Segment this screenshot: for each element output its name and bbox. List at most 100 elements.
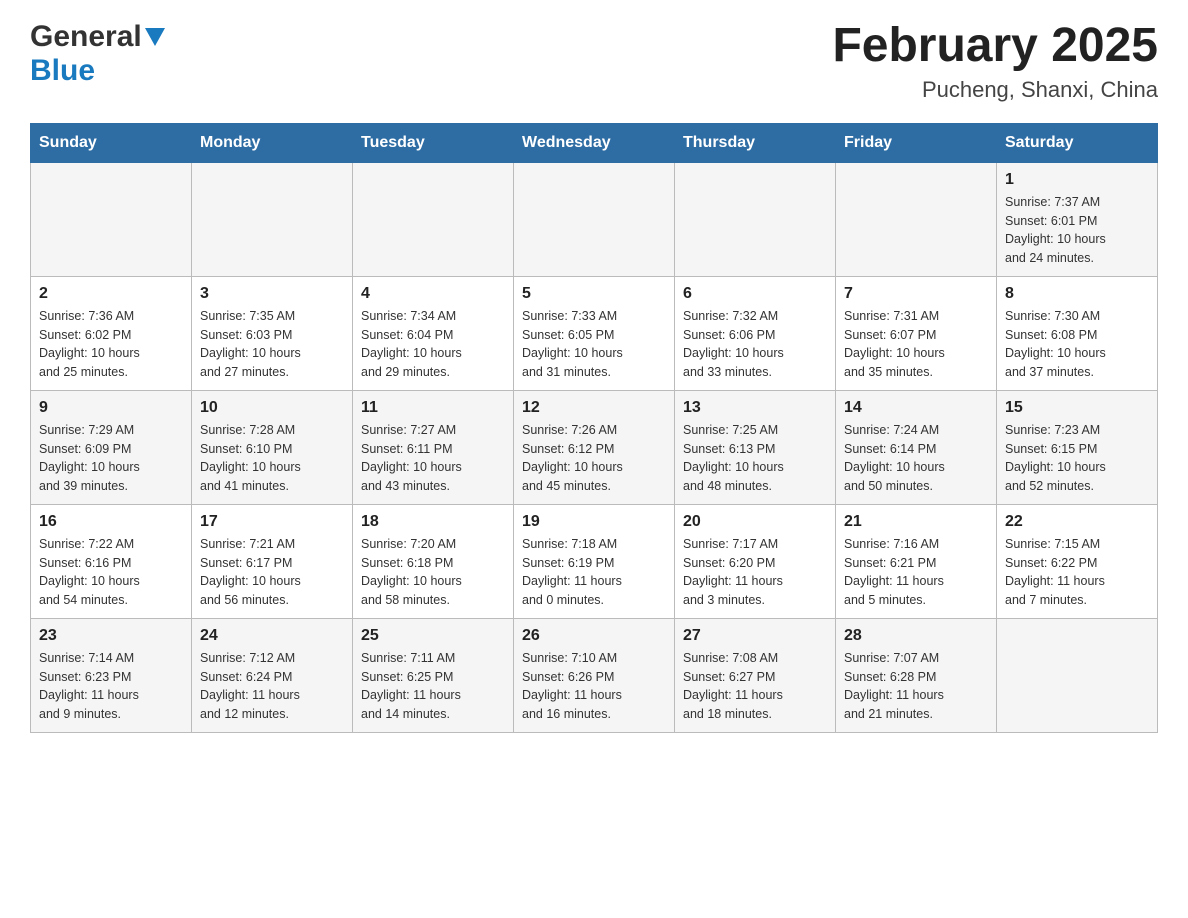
day-number: 16 bbox=[39, 513, 183, 531]
logo-blue-text: Blue bbox=[30, 54, 95, 87]
calendar-cell: 17Sunrise: 7:21 AM Sunset: 6:17 PM Dayli… bbox=[192, 504, 353, 618]
day-number: 3 bbox=[200, 285, 344, 303]
calendar-cell: 20Sunrise: 7:17 AM Sunset: 6:20 PM Dayli… bbox=[675, 504, 836, 618]
logo: General Blue bbox=[30, 20, 165, 88]
calendar-week-row: 23 Sunrise: 7:14 AM Sunset: 6:23 PM Dayli… bbox=[31, 618, 1158, 732]
day-number: 24 bbox=[200, 627, 344, 645]
day-info: Sunrise: 7:22 AM Sunset: 6:16 PM Dayligh… bbox=[39, 535, 183, 610]
day-number: 25 bbox=[361, 627, 505, 645]
day-number: 14 bbox=[844, 399, 988, 417]
calendar-table: SundayMondayTuesdayWednesdayThursdayFrid… bbox=[30, 123, 1158, 733]
calendar-cell: 14Sunrise: 7:24 AM Sunset: 6:14 PM Dayli… bbox=[836, 390, 997, 504]
calendar-cell: 23 Sunrise: 7:14 AM Sunset: 6:23 PM Dayli… bbox=[31, 618, 192, 732]
calendar-cell bbox=[31, 162, 192, 276]
calendar-cell: 3 Sunrise: 7:35 AM Sunset: 6:03 PM Daylig… bbox=[192, 276, 353, 390]
day-info: Sunrise: 7:33 AM Sunset: 6:05 PM Dayligh… bbox=[522, 307, 666, 382]
day-number: 7 bbox=[844, 285, 988, 303]
day-number: 10 bbox=[200, 399, 344, 417]
day-info: Sunrise: 7:26 AM Sunset: 6:12 PM Dayligh… bbox=[522, 421, 666, 496]
day-info: Sunrise: 7:37 AM Sunset: 6:01 PM Dayligh… bbox=[1005, 193, 1149, 268]
calendar-cell: 12Sunrise: 7:26 AM Sunset: 6:12 PM Dayli… bbox=[514, 390, 675, 504]
calendar-cell: 7 Sunrise: 7:31 AM Sunset: 6:07 PM Daylig… bbox=[836, 276, 997, 390]
col-header-tuesday: Tuesday bbox=[353, 123, 514, 162]
logo-triangle-icon bbox=[145, 28, 165, 51]
calendar-week-row: 16 Sunrise: 7:22 AM Sunset: 6:16 PM Dayli… bbox=[31, 504, 1158, 618]
day-info: Sunrise: 7:16 AM Sunset: 6:21 PM Dayligh… bbox=[844, 535, 988, 610]
calendar-cell: 28 Sunrise: 7:07 AM Sunset: 6:28 PM Dayli… bbox=[836, 618, 997, 732]
calendar-cell: 21 Sunrise: 7:16 AM Sunset: 6:21 PM Dayli… bbox=[836, 504, 997, 618]
month-title: February 2025 bbox=[832, 20, 1158, 73]
day-info: Sunrise: 7:34 AM Sunset: 6:04 PM Dayligh… bbox=[361, 307, 505, 382]
day-number: 18 bbox=[361, 513, 505, 531]
day-info: Sunrise: 7:20 AM Sunset: 6:18 PM Dayligh… bbox=[361, 535, 505, 610]
calendar-cell: 15 Sunrise: 7:23 AM Sunset: 6:15 PM Dayli… bbox=[997, 390, 1158, 504]
calendar-cell: 25 Sunrise: 7:11 AM Sunset: 6:25 PM Dayli… bbox=[353, 618, 514, 732]
day-number: 1 bbox=[1005, 171, 1149, 189]
calendar-cell: 22 Sunrise: 7:15 AM Sunset: 6:22 PM Dayli… bbox=[997, 504, 1158, 618]
calendar-cell: 5Sunrise: 7:33 AM Sunset: 6:05 PM Daylig… bbox=[514, 276, 675, 390]
calendar-cell bbox=[514, 162, 675, 276]
col-header-monday: Monday bbox=[192, 123, 353, 162]
calendar-cell bbox=[675, 162, 836, 276]
day-info: Sunrise: 7:23 AM Sunset: 6:15 PM Dayligh… bbox=[1005, 421, 1149, 496]
day-info: Sunrise: 7:12 AM Sunset: 6:24 PM Dayligh… bbox=[200, 649, 344, 724]
calendar-cell: 8 Sunrise: 7:30 AM Sunset: 6:08 PM Daylig… bbox=[997, 276, 1158, 390]
calendar-cell bbox=[192, 162, 353, 276]
calendar-cell: 27 Sunrise: 7:08 AM Sunset: 6:27 PM Dayli… bbox=[675, 618, 836, 732]
day-number: 22 bbox=[1005, 513, 1149, 531]
day-info: Sunrise: 7:28 AM Sunset: 6:10 PM Dayligh… bbox=[200, 421, 344, 496]
day-info: Sunrise: 7:36 AM Sunset: 6:02 PM Dayligh… bbox=[39, 307, 183, 382]
day-number: 8 bbox=[1005, 285, 1149, 303]
calendar-week-row: 1 Sunrise: 7:37 AM Sunset: 6:01 PM Daylig… bbox=[31, 162, 1158, 276]
day-info: Sunrise: 7:07 AM Sunset: 6:28 PM Dayligh… bbox=[844, 649, 988, 724]
col-header-saturday: Saturday bbox=[997, 123, 1158, 162]
day-number: 4 bbox=[361, 285, 505, 303]
day-info: Sunrise: 7:18 AM Sunset: 6:19 PM Dayligh… bbox=[522, 535, 666, 610]
calendar-cell: 9 Sunrise: 7:29 AM Sunset: 6:09 PM Daylig… bbox=[31, 390, 192, 504]
day-number: 21 bbox=[844, 513, 988, 531]
day-number: 13 bbox=[683, 399, 827, 417]
day-number: 6 bbox=[683, 285, 827, 303]
calendar-cell bbox=[836, 162, 997, 276]
day-number: 9 bbox=[39, 399, 183, 417]
calendar-cell: 10 Sunrise: 7:28 AM Sunset: 6:10 PM Dayli… bbox=[192, 390, 353, 504]
page-header: General Blue February 2025 Pucheng, Shan… bbox=[30, 20, 1158, 103]
day-info: Sunrise: 7:25 AM Sunset: 6:13 PM Dayligh… bbox=[683, 421, 827, 496]
day-number: 15 bbox=[1005, 399, 1149, 417]
day-info: Sunrise: 7:31 AM Sunset: 6:07 PM Dayligh… bbox=[844, 307, 988, 382]
calendar-header-row: SundayMondayTuesdayWednesdayThursdayFrid… bbox=[31, 123, 1158, 162]
day-info: Sunrise: 7:17 AM Sunset: 6:20 PM Dayligh… bbox=[683, 535, 827, 610]
day-info: Sunrise: 7:30 AM Sunset: 6:08 PM Dayligh… bbox=[1005, 307, 1149, 382]
day-info: Sunrise: 7:08 AM Sunset: 6:27 PM Dayligh… bbox=[683, 649, 827, 724]
col-header-wednesday: Wednesday bbox=[514, 123, 675, 162]
calendar-cell: 26Sunrise: 7:10 AM Sunset: 6:26 PM Dayli… bbox=[514, 618, 675, 732]
day-info: Sunrise: 7:10 AM Sunset: 6:26 PM Dayligh… bbox=[522, 649, 666, 724]
col-header-sunday: Sunday bbox=[31, 123, 192, 162]
day-info: Sunrise: 7:11 AM Sunset: 6:25 PM Dayligh… bbox=[361, 649, 505, 724]
calendar-cell: 19 Sunrise: 7:18 AM Sunset: 6:19 PM Dayli… bbox=[514, 504, 675, 618]
day-info: Sunrise: 7:35 AM Sunset: 6:03 PM Dayligh… bbox=[200, 307, 344, 382]
calendar-cell: 4 Sunrise: 7:34 AM Sunset: 6:04 PM Daylig… bbox=[353, 276, 514, 390]
col-header-thursday: Thursday bbox=[675, 123, 836, 162]
day-number: 28 bbox=[844, 627, 988, 645]
day-info: Sunrise: 7:14 AM Sunset: 6:23 PM Dayligh… bbox=[39, 649, 183, 724]
title-block: February 2025 Pucheng, Shanxi, China bbox=[832, 20, 1158, 103]
logo-general-text: General bbox=[30, 20, 142, 54]
calendar-cell: 18 Sunrise: 7:20 AM Sunset: 6:18 PM Dayli… bbox=[353, 504, 514, 618]
day-number: 23 bbox=[39, 627, 183, 645]
day-number: 2 bbox=[39, 285, 183, 303]
day-number: 27 bbox=[683, 627, 827, 645]
calendar-week-row: 2 Sunrise: 7:36 AM Sunset: 6:02 PM Daylig… bbox=[31, 276, 1158, 390]
col-header-friday: Friday bbox=[836, 123, 997, 162]
location: Pucheng, Shanxi, China bbox=[832, 77, 1158, 103]
day-info: Sunrise: 7:27 AM Sunset: 6:11 PM Dayligh… bbox=[361, 421, 505, 496]
calendar-cell: 16 Sunrise: 7:22 AM Sunset: 6:16 PM Dayli… bbox=[31, 504, 192, 618]
calendar-cell: 13 Sunrise: 7:25 AM Sunset: 6:13 PM Dayli… bbox=[675, 390, 836, 504]
day-info: Sunrise: 7:21 AM Sunset: 6:17 PM Dayligh… bbox=[200, 535, 344, 610]
day-info: Sunrise: 7:15 AM Sunset: 6:22 PM Dayligh… bbox=[1005, 535, 1149, 610]
day-info: Sunrise: 7:29 AM Sunset: 6:09 PM Dayligh… bbox=[39, 421, 183, 496]
day-info: Sunrise: 7:32 AM Sunset: 6:06 PM Dayligh… bbox=[683, 307, 827, 382]
day-number: 11 bbox=[361, 399, 505, 417]
calendar-cell bbox=[353, 162, 514, 276]
day-number: 19 bbox=[522, 513, 666, 531]
